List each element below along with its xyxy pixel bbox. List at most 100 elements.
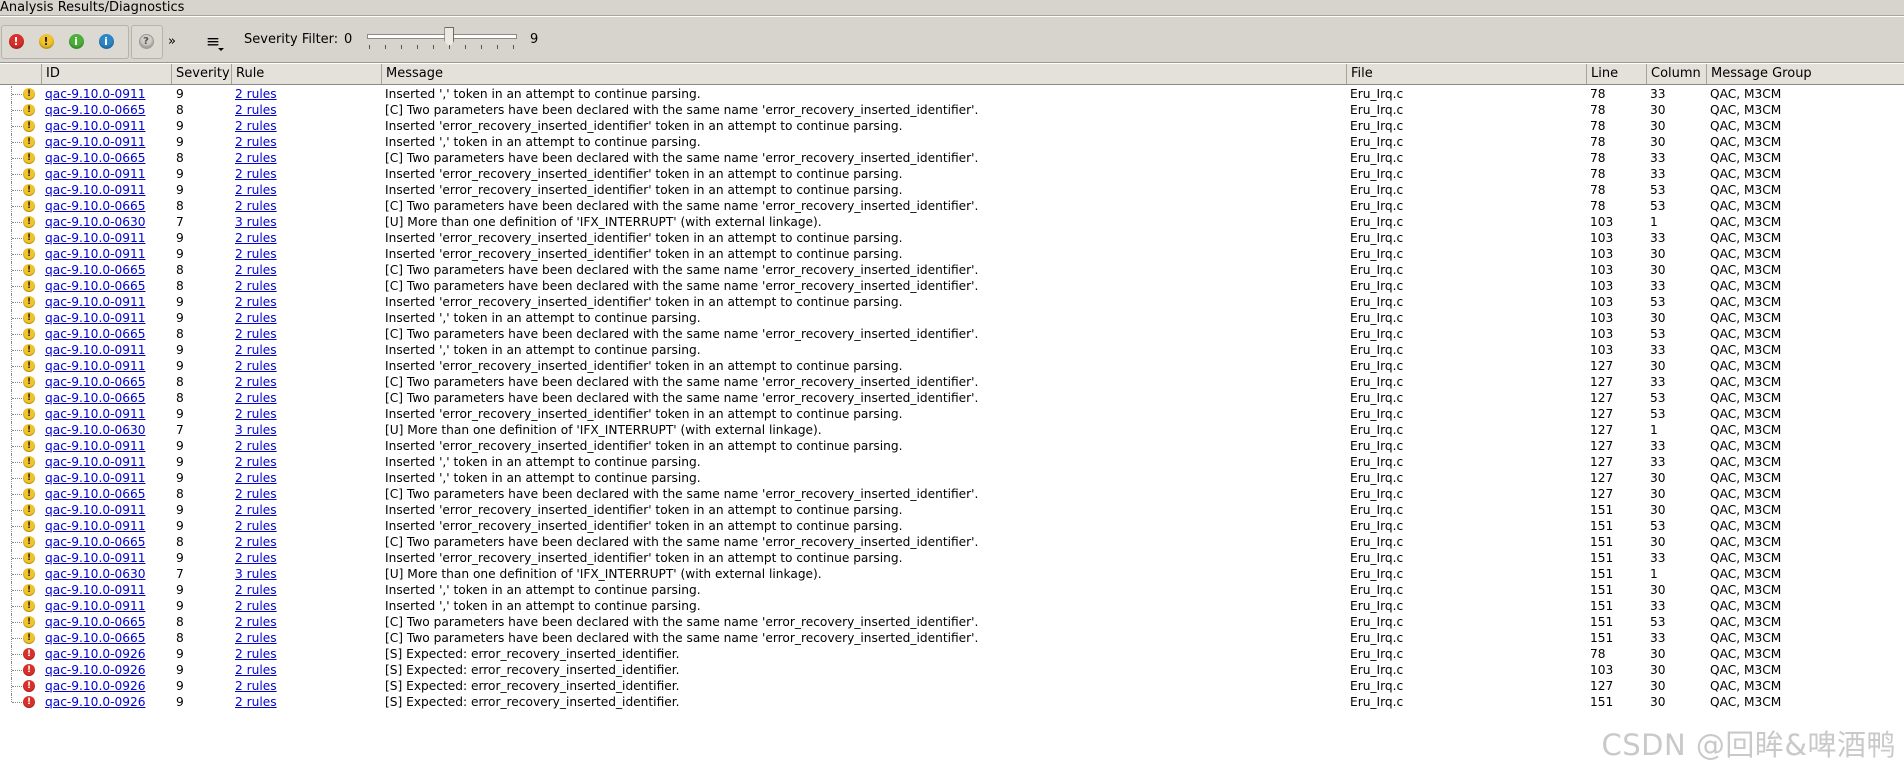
rule-link[interactable]: 2 rules [235, 231, 277, 245]
table-row[interactable]: ! qac-9.10.0-0926 9 2 rules [S] Expected… [0, 662, 1904, 678]
table-row[interactable]: ! qac-9.10.0-0665 8 2 rules [C] Two para… [0, 614, 1904, 630]
diagnostic-id-link[interactable]: qac-9.10.0-0926 [45, 647, 145, 661]
table-row[interactable]: ! qac-9.10.0-0911 9 2 rules Inserted 'er… [0, 118, 1904, 134]
rule-link[interactable]: 2 rules [235, 647, 277, 661]
table-row[interactable]: ! qac-9.10.0-0911 9 2 rules Inserted 'er… [0, 438, 1904, 454]
cell-rule[interactable]: 2 rules [235, 342, 380, 358]
cell-id[interactable]: qac-9.10.0-0911 [45, 166, 170, 182]
filter-error-button[interactable]: ! [3, 29, 29, 54]
cell-rule[interactable]: 2 rules [235, 390, 380, 406]
cell-id[interactable]: qac-9.10.0-0665 [45, 198, 170, 214]
table-row[interactable]: ! qac-9.10.0-0665 8 2 rules [C] Two para… [0, 630, 1904, 646]
rule-link[interactable]: 2 rules [235, 615, 277, 629]
diagnostic-id-link[interactable]: qac-9.10.0-0911 [45, 471, 145, 485]
diagnostic-id-link[interactable]: qac-9.10.0-0911 [45, 439, 145, 453]
rule-link[interactable]: 2 rules [235, 247, 277, 261]
table-row[interactable]: ! qac-9.10.0-0911 9 2 rules Inserted ','… [0, 342, 1904, 358]
table-row[interactable]: ! qac-9.10.0-0926 9 2 rules [S] Expected… [0, 678, 1904, 694]
header-file[interactable]: File [1347, 64, 1587, 84]
cell-rule[interactable]: 2 rules [235, 262, 380, 278]
cell-id[interactable]: qac-9.10.0-0926 [45, 694, 170, 710]
table-row[interactable]: ! qac-9.10.0-0911 9 2 rules Inserted 'er… [0, 358, 1904, 374]
cell-rule[interactable]: 2 rules [235, 694, 380, 710]
cell-rule[interactable]: 2 rules [235, 102, 380, 118]
cell-id[interactable]: qac-9.10.0-0911 [45, 518, 170, 534]
table-row[interactable]: ! qac-9.10.0-0665 8 2 rules [C] Two para… [0, 198, 1904, 214]
diagnostic-id-link[interactable]: qac-9.10.0-0911 [45, 551, 145, 565]
diagnostic-id-link[interactable]: qac-9.10.0-0630 [45, 215, 145, 229]
diagnostic-id-link[interactable]: qac-9.10.0-0665 [45, 535, 145, 549]
diagnostic-id-link[interactable]: qac-9.10.0-0926 [45, 679, 145, 693]
rule-link[interactable]: 2 rules [235, 439, 277, 453]
rule-link[interactable]: 2 rules [235, 599, 277, 613]
table-row[interactable]: ! qac-9.10.0-0911 9 2 rules Inserted 'er… [0, 166, 1904, 182]
rule-link[interactable]: 2 rules [235, 295, 277, 309]
table-row[interactable]: ! qac-9.10.0-0665 8 2 rules [C] Two para… [0, 374, 1904, 390]
cell-rule[interactable]: 2 rules [235, 662, 380, 678]
rule-link[interactable]: 2 rules [235, 535, 277, 549]
cell-id[interactable]: qac-9.10.0-0665 [45, 262, 170, 278]
cell-rule[interactable]: 2 rules [235, 406, 380, 422]
rule-link[interactable]: 2 rules [235, 503, 277, 517]
cell-id[interactable]: qac-9.10.0-0911 [45, 406, 170, 422]
table-row[interactable]: ! qac-9.10.0-0911 9 2 rules Inserted ','… [0, 454, 1904, 470]
header-column[interactable]: Column [1647, 64, 1707, 84]
cell-id[interactable]: qac-9.10.0-0911 [45, 310, 170, 326]
severity-slider-thumb[interactable] [444, 27, 455, 47]
cell-id[interactable]: qac-9.10.0-0911 [45, 438, 170, 454]
diagnostic-id-link[interactable]: qac-9.10.0-0665 [45, 151, 145, 165]
table-row[interactable]: ! qac-9.10.0-0665 8 2 rules [C] Two para… [0, 150, 1904, 166]
cell-id[interactable]: qac-9.10.0-0911 [45, 470, 170, 486]
cell-rule[interactable]: 2 rules [235, 182, 380, 198]
more-button[interactable]: » [163, 29, 181, 54]
header-rule[interactable]: Rule [232, 64, 382, 84]
table-row[interactable]: ! qac-9.10.0-0911 9 2 rules Inserted ','… [0, 470, 1904, 486]
table-row[interactable]: ! qac-9.10.0-0665 8 2 rules [C] Two para… [0, 278, 1904, 294]
cell-id[interactable]: qac-9.10.0-0911 [45, 342, 170, 358]
cell-rule[interactable]: 2 rules [235, 470, 380, 486]
rule-link[interactable]: 2 rules [235, 103, 277, 117]
diagnostic-id-link[interactable]: qac-9.10.0-0665 [45, 375, 145, 389]
cell-id[interactable]: qac-9.10.0-0665 [45, 326, 170, 342]
rule-link[interactable]: 2 rules [235, 695, 277, 709]
rule-link[interactable]: 2 rules [235, 519, 277, 533]
cell-id[interactable]: qac-9.10.0-0911 [45, 134, 170, 150]
cell-rule[interactable]: 2 rules [235, 486, 380, 502]
table-row[interactable]: ! qac-9.10.0-0665 8 2 rules [C] Two para… [0, 390, 1904, 406]
cell-rule[interactable]: 2 rules [235, 294, 380, 310]
rule-link[interactable]: 3 rules [235, 567, 277, 581]
cell-id[interactable]: qac-9.10.0-0665 [45, 390, 170, 406]
diagnostic-id-link[interactable]: qac-9.10.0-0926 [45, 695, 145, 709]
view-menu-button[interactable]: ≡ [200, 29, 226, 54]
table-row[interactable]: ! qac-9.10.0-0911 9 2 rules Inserted ','… [0, 582, 1904, 598]
cell-rule[interactable]: 2 rules [235, 86, 380, 102]
cell-rule[interactable]: 2 rules [235, 502, 380, 518]
diagnostic-id-link[interactable]: qac-9.10.0-0630 [45, 567, 145, 581]
cell-id[interactable]: qac-9.10.0-0911 [45, 582, 170, 598]
rule-link[interactable]: 2 rules [235, 343, 277, 357]
table-row[interactable]: ! qac-9.10.0-0665 8 2 rules [C] Two para… [0, 534, 1904, 550]
rule-link[interactable]: 2 rules [235, 359, 277, 373]
cell-id[interactable]: qac-9.10.0-0665 [45, 486, 170, 502]
cell-id[interactable]: qac-9.10.0-0911 [45, 230, 170, 246]
diagnostic-id-link[interactable]: qac-9.10.0-0926 [45, 663, 145, 677]
table-row[interactable]: ! qac-9.10.0-0911 9 2 rules Inserted 'er… [0, 550, 1904, 566]
table-row[interactable]: ! qac-9.10.0-0630 7 3 rules [U] More tha… [0, 214, 1904, 230]
cell-id[interactable]: qac-9.10.0-0911 [45, 502, 170, 518]
rule-link[interactable]: 2 rules [235, 407, 277, 421]
cell-rule[interactable]: 2 rules [235, 646, 380, 662]
header-severity[interactable]: Severity [172, 64, 232, 84]
cell-id[interactable]: qac-9.10.0-0911 [45, 550, 170, 566]
cell-rule[interactable]: 2 rules [235, 614, 380, 630]
table-row[interactable]: ! qac-9.10.0-0665 8 2 rules [C] Two para… [0, 102, 1904, 118]
cell-rule[interactable]: 2 rules [235, 310, 380, 326]
cell-rule[interactable]: 3 rules [235, 214, 380, 230]
diagnostic-id-link[interactable]: qac-9.10.0-0911 [45, 599, 145, 613]
table-row[interactable]: ! qac-9.10.0-0911 9 2 rules Inserted 'er… [0, 518, 1904, 534]
cell-rule[interactable]: 2 rules [235, 630, 380, 646]
cell-id[interactable]: qac-9.10.0-0665 [45, 102, 170, 118]
table-row[interactable]: ! qac-9.10.0-0665 8 2 rules [C] Two para… [0, 486, 1904, 502]
cell-rule[interactable]: 2 rules [235, 134, 380, 150]
cell-id[interactable]: qac-9.10.0-0911 [45, 294, 170, 310]
table-row[interactable]: ! qac-9.10.0-0911 9 2 rules Inserted 'er… [0, 230, 1904, 246]
